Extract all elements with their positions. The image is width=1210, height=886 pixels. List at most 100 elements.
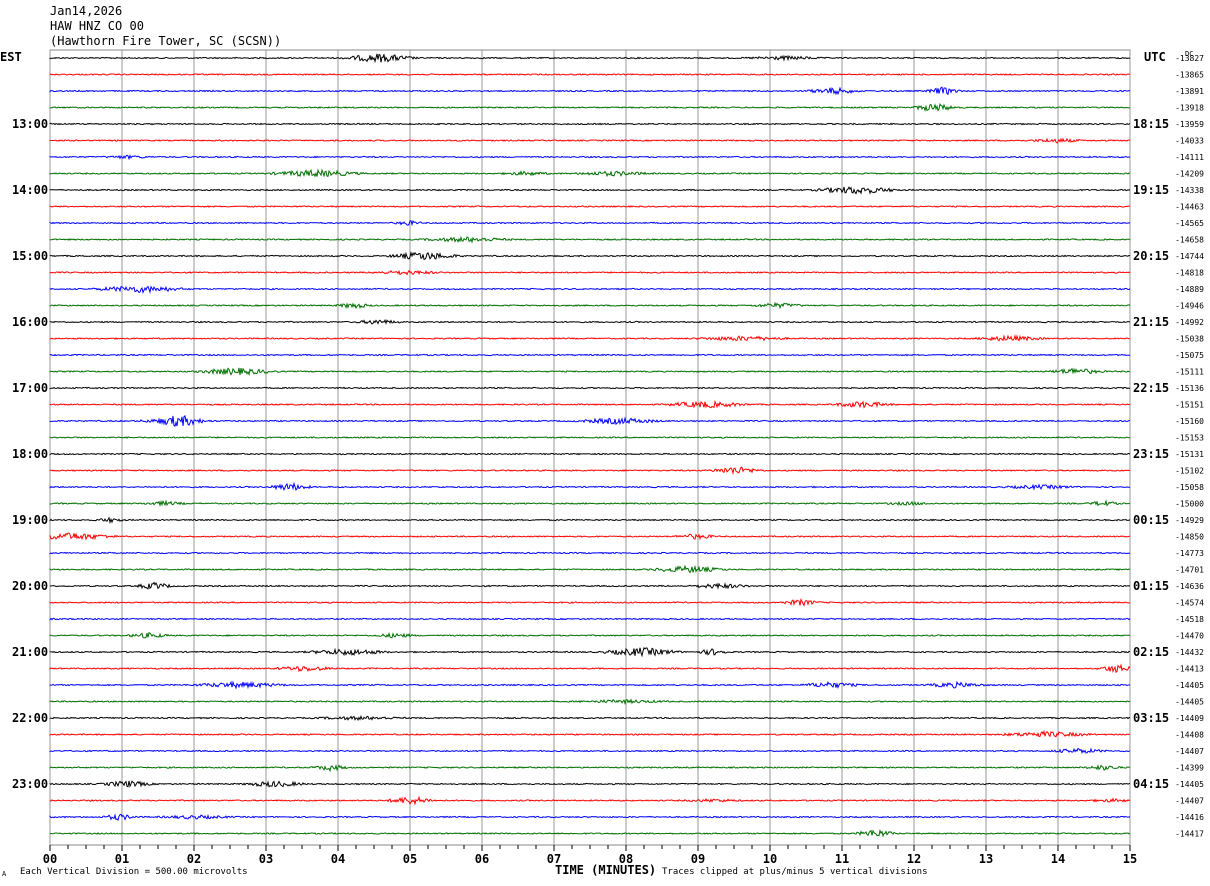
seismic-trace [49,353,1131,357]
x-tick-label: 02 [187,852,201,866]
x-tick-label: 00 [43,852,57,866]
seismic-trace [49,186,1131,195]
left-hour-label: 19:00 [12,513,48,527]
x-tick-label: 09 [691,852,705,866]
x-tick-label: 12 [907,852,921,866]
seismic-trace [49,86,1131,96]
seismic-trace [49,780,1131,788]
dc-offset-label: -15102 [1175,467,1204,476]
seismic-trace [49,680,1131,690]
seismic-trace [49,220,1131,227]
seismic-trace [49,597,1131,607]
dc-offset-label: -14413 [1175,665,1204,674]
dc-offset-label: -14946 [1175,302,1204,311]
scale-note: Each Vertical Division = 500.00 microvol… [20,867,248,877]
x-tick-label: 14 [1051,852,1065,866]
dc-offset-label: -14405 [1175,681,1204,690]
dc-offset-label: -15038 [1175,335,1204,344]
seismic-trace [49,154,1131,161]
seismic-trace [49,318,1131,325]
seismic-trace [49,235,1131,244]
right-hour-label: 04:15 [1133,777,1169,791]
dc-offset-label: -14407 [1175,747,1204,756]
dc-offset-label: -15111 [1175,368,1204,377]
dc-offset-label: -14409 [1175,714,1204,723]
x-tick-label: 03 [259,852,273,866]
right-hour-label: 01:15 [1133,579,1169,593]
plot-frame [49,49,1131,846]
left-hour-label: 23:00 [12,777,48,791]
x-axis-label: TIME (MINUTES) [555,863,657,877]
seismic-trace [49,137,1131,144]
dc-offset-label: -15058 [1175,483,1204,492]
dc-offset-label: -15153 [1175,434,1204,443]
helicorder-plot: 00 01 02 03 04 05 06 07 08 09 10 11 12 13 14 15EST UTC DC… [0,49,1204,866]
seismic-trace [49,53,1131,64]
dc-offset-label: -13865 [1175,71,1204,80]
seismic-trace [49,452,1131,456]
dc-offset-label: -14992 [1175,318,1204,327]
dc-offset-label: -14405 [1175,780,1204,789]
dc-offset-label: -14658 [1175,236,1204,245]
right-hour-label: 02:15 [1133,645,1169,659]
seismic-trace [49,764,1131,773]
right-hour-label: 21:15 [1133,315,1169,329]
x-tick-label: 06 [475,852,489,866]
x-tick-label: 04 [331,852,345,866]
dc-offset-label: -13891 [1175,87,1204,96]
dc-offset-label: -14111 [1175,153,1204,162]
right-hour-label: 03:15 [1133,711,1169,725]
dc-offset-label: -14773 [1175,549,1204,558]
seismic-trace [49,532,1131,541]
dc-offset-label: -14407 [1175,797,1204,806]
dc-offset-label: -15000 [1175,500,1204,509]
seismic-trace [49,205,1131,208]
dc-offset-label: -14470 [1175,632,1204,641]
seismic-trace [49,168,1131,178]
dc-offset-label: -14889 [1175,285,1204,294]
seismic-trace [49,269,1131,276]
dc-offset-label: -14408 [1175,731,1204,740]
right-hour-label: 18:15 [1133,117,1169,131]
dc-offset-label: -14574 [1175,599,1204,608]
seismic-trace [49,251,1131,260]
dc-offset-label: -14209 [1175,170,1204,179]
left-hour-label: 18:00 [12,447,48,461]
right-hour-label: 00:15 [1133,513,1169,527]
seismic-trace [49,516,1131,525]
seismic-trace [49,795,1131,806]
footer-mark: A [2,870,7,878]
dc-offset-label: -14850 [1175,533,1204,542]
right-hour-label: 19:15 [1133,183,1169,197]
seismic-trace [49,499,1131,508]
left-hour-label: 17:00 [12,381,48,395]
dc-offset-label: -15160 [1175,417,1204,426]
dc-offset-label: -14744 [1175,252,1204,261]
right-hour-label: 22:15 [1133,381,1169,395]
dc-offset-label: -14338 [1175,186,1204,195]
seismic-trace [49,698,1131,706]
x-tick-label: 13 [979,852,993,866]
dc-offset-label: -13959 [1175,120,1204,129]
dc-offset-label: -14818 [1175,269,1204,278]
x-tick-label: 05 [403,852,417,866]
seismic-trace [49,386,1131,390]
seismic-trace [49,714,1131,722]
dc-offset-label: -15075 [1175,351,1204,360]
seismic-trace [49,564,1131,574]
dc-offset-label: -14518 [1175,615,1204,624]
seismic-trace [49,466,1131,475]
seismic-trace [49,285,1131,294]
seismic-trace [49,647,1131,658]
seismic-trace [49,631,1130,639]
left-hour-label: 21:00 [12,645,48,659]
left-hour-label: 16:00 [12,315,48,329]
seismic-trace [49,813,1131,821]
seismic-trace [49,102,1130,112]
dc-offset-label: -13918 [1175,104,1204,113]
dc-offset-label: -14701 [1175,566,1204,575]
dc-offset-label: -15151 [1175,401,1204,410]
dc-offset-label: -14463 [1175,203,1204,212]
seismic-trace [49,400,1131,409]
seismic-trace [49,747,1131,754]
